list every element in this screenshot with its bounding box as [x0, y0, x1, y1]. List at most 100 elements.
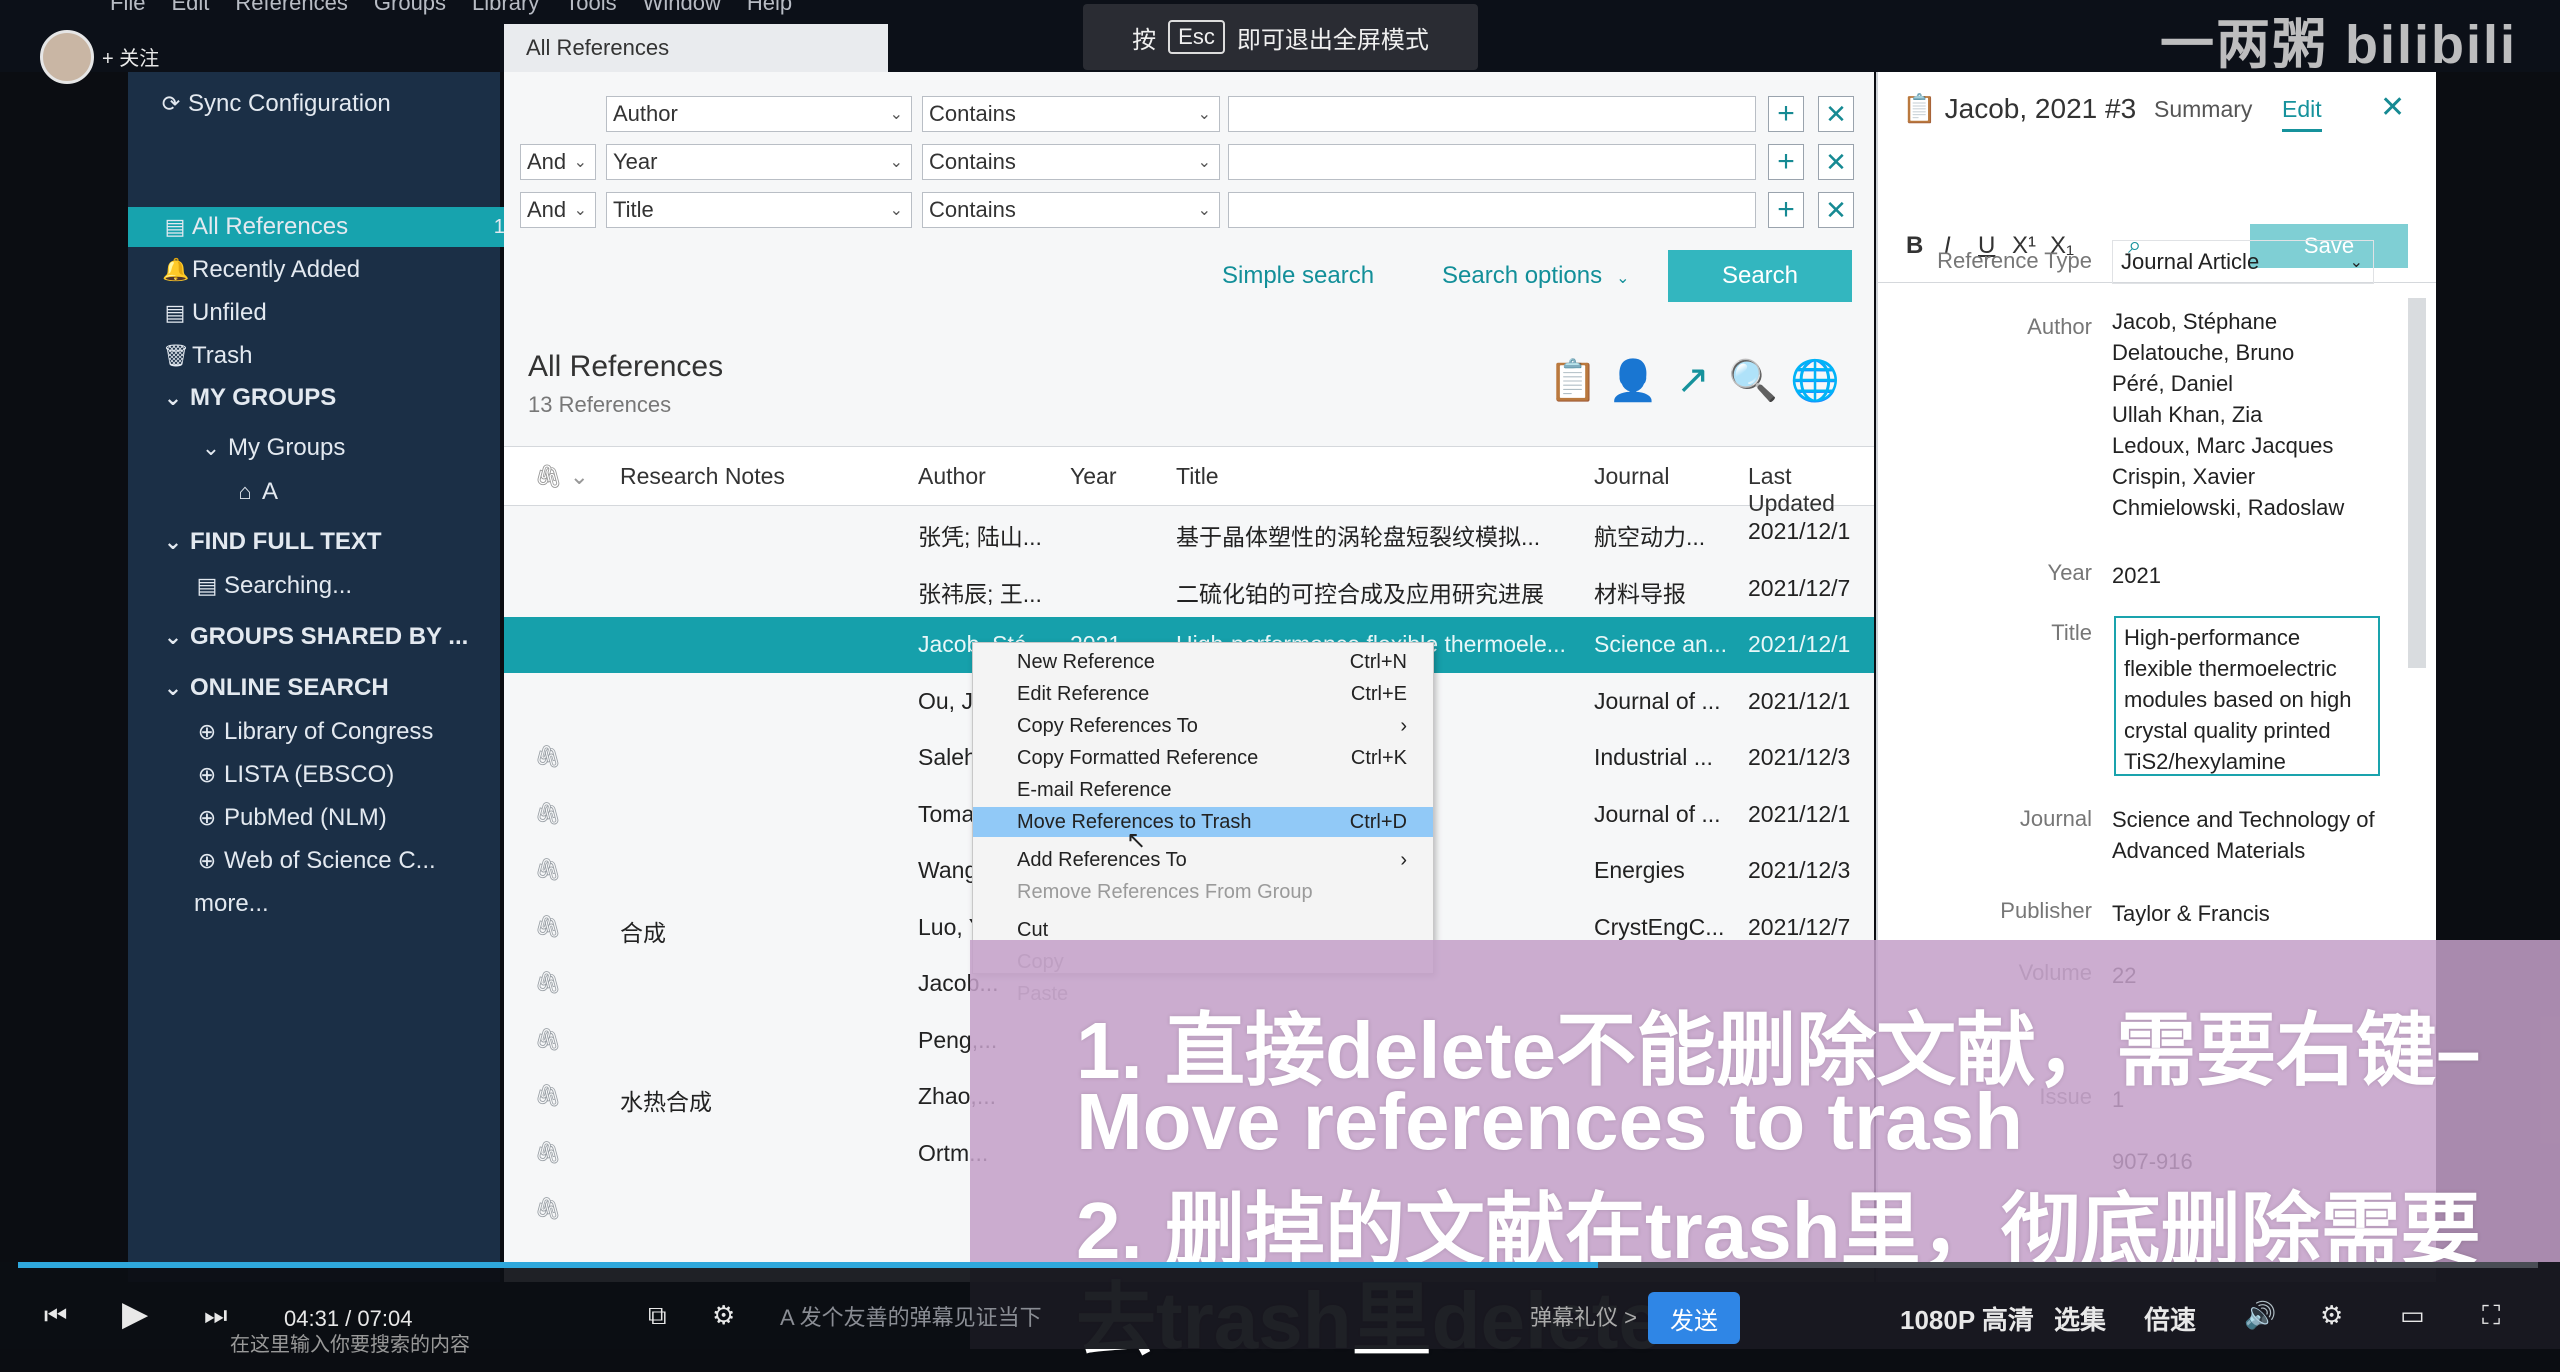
- online-search-globe-icon[interactable]: 🌐: [1790, 355, 1840, 405]
- online-source-0[interactable]: ⊕Library of Congress0: [128, 712, 566, 752]
- context-menu-item[interactable]: Edit Reference Ctrl+E: [973, 679, 1433, 709]
- table-header: 🖇 ⌄ Research Notes Author Year Title Jou…: [504, 446, 1874, 516]
- section-find-full-text[interactable]: ⌄ FIND FULL TEXT: [128, 522, 532, 562]
- tab-edit[interactable]: Edit: [2282, 96, 2322, 132]
- context-menu-item[interactable]: E-mail Reference: [973, 775, 1433, 805]
- context-menu-item[interactable]: Copy Formatted Reference Ctrl+K: [973, 743, 1433, 773]
- previous-icon[interactable]: ⏮: [44, 1300, 67, 1332]
- cell-author: 张祎辰; 王...: [918, 580, 1042, 607]
- editor-scrollbar[interactable]: [2408, 298, 2426, 668]
- menu-groups[interactable]: Groups: [374, 0, 446, 16]
- search-term-input[interactable]: [1228, 144, 1756, 180]
- title-field[interactable]: High-performance flexible thermoelectric…: [2114, 616, 2380, 776]
- episodes-button[interactable]: 选集: [2054, 1300, 2106, 1337]
- menu-edit[interactable]: Edit: [171, 0, 209, 16]
- context-menu-label: New Reference: [1017, 650, 1155, 673]
- next-icon[interactable]: ⏭: [204, 1300, 227, 1332]
- library-sidebar: ⟳Sync Configuration ▤All References13🔔Re…: [128, 72, 586, 1282]
- online-source-2-label: PubMed (NLM): [224, 804, 387, 831]
- add-row-plus-icon[interactable]: +: [1768, 96, 1804, 132]
- menu-help[interactable]: Help: [747, 0, 792, 16]
- section-online-search[interactable]: ⌄ ONLINE SEARCH: [128, 668, 532, 708]
- insert-citation-icon[interactable]: 📋: [1548, 355, 1598, 405]
- add-row-plus-icon[interactable]: +: [1768, 192, 1804, 228]
- column-year[interactable]: Year: [1070, 463, 1116, 490]
- fullscreen-icon[interactable]: ⛶: [2482, 1300, 2500, 1332]
- field-select[interactable]: Author ⌄: [606, 96, 912, 132]
- play-icon[interactable]: ▶: [122, 1294, 148, 1334]
- sync-configuration[interactable]: ⟳ Sync Configuration: [128, 84, 530, 124]
- settings-gear-icon[interactable]: ⚙: [2320, 1300, 2343, 1331]
- simple-search-link[interactable]: Simple search: [1222, 262, 1374, 290]
- danmaku-etiquette-link[interactable]: 弹幕礼仪 >: [1530, 1300, 1637, 1332]
- uploader-avatar[interactable]: [40, 30, 94, 84]
- menu-window[interactable]: Window: [643, 0, 721, 16]
- column-journal[interactable]: Journal: [1594, 463, 1669, 490]
- search-options-dropdown[interactable]: Search options ⌄: [1442, 262, 1630, 290]
- find-full-text-icon[interactable]: 🔍: [1728, 355, 1778, 405]
- field-select[interactable]: Title ⌄: [606, 192, 912, 228]
- remove-row-close-icon[interactable]: ✕: [1818, 144, 1854, 180]
- remove-row-close-icon[interactable]: ✕: [1818, 96, 1854, 132]
- menu-references[interactable]: References: [235, 0, 348, 16]
- add-user-icon[interactable]: 👤: [1608, 355, 1658, 405]
- section-my-groups[interactable]: ⌄ MY GROUPS: [128, 378, 532, 418]
- year-field[interactable]: 2021: [2112, 560, 2382, 591]
- add-row-plus-icon[interactable]: +: [1768, 144, 1804, 180]
- chevron-down-icon: ⌄: [573, 154, 587, 171]
- online-source-3[interactable]: ⊕Web of Science C...0: [128, 841, 566, 881]
- pip-icon[interactable]: ▭: [2400, 1300, 2425, 1331]
- field-select[interactable]: Year ⌄: [606, 144, 912, 180]
- menu-file[interactable]: File: [110, 0, 145, 16]
- remove-row-close-icon[interactable]: ✕: [1818, 192, 1854, 228]
- publisher-field[interactable]: Taylor & Francis: [2112, 898, 2382, 929]
- danmaku-toggle-icon[interactable]: ⧉: [648, 1300, 667, 1332]
- column-research-notes[interactable]: Research Notes: [620, 463, 785, 490]
- menu-library[interactable]: Library: [472, 0, 539, 16]
- sidebar-item-unfiled[interactable]: ▤Unfiled9: [128, 293, 534, 333]
- search-term-input[interactable]: [1228, 96, 1756, 132]
- cell-updated: 2021/12/7: [1748, 574, 1851, 601]
- send-danmaku-button[interactable]: 发送: [1648, 1292, 1740, 1344]
- search-button[interactable]: Search: [1668, 250, 1852, 302]
- danmaku-input[interactable]: A 发个友善的弹幕见证当下: [780, 1300, 1042, 1332]
- online-more-link[interactable]: more...: [128, 884, 566, 924]
- sidebar-item-all-references[interactable]: ▤All References13: [128, 207, 534, 247]
- reference-type-select[interactable]: Journal Article ⌄: [2112, 240, 2374, 284]
- operator-select[interactable]: Contains ⌄: [922, 144, 1220, 180]
- tab-all-references[interactable]: All References: [504, 24, 888, 72]
- app-menu-bar[interactable]: File Edit References Groups Library Tools Wind…: [110, 0, 792, 16]
- attachment-column-icon[interactable]: 🖇 ⌄: [534, 463, 589, 490]
- find-full-text-searching[interactable]: ▤Searching...1: [128, 566, 566, 606]
- context-menu-item[interactable]: New Reference Ctrl+N: [973, 647, 1433, 677]
- section-groups-shared[interactable]: ⌄ GROUPS SHARED BY ...: [128, 617, 532, 657]
- operator-select[interactable]: Contains ⌄: [922, 192, 1220, 228]
- column-title[interactable]: Title: [1176, 463, 1219, 490]
- volume-icon[interactable]: 🔊: [2244, 1300, 2276, 1331]
- sidebar-item-trash[interactable]: 🗑Trash1: [128, 336, 534, 376]
- quality-selector[interactable]: 1080P 高清: [1900, 1300, 2034, 1337]
- context-menu-item[interactable]: Add References To ›: [973, 845, 1433, 875]
- table-row[interactable]: 张凭; 陆山... 基于晶体塑性的涡轮盘短裂纹模拟... 航空动力... 2021/1…: [504, 504, 1874, 560]
- menu-tools[interactable]: Tools: [565, 0, 616, 16]
- close-icon[interactable]: ✕: [2380, 90, 2405, 125]
- context-menu-item[interactable]: Copy References To ›: [973, 711, 1433, 741]
- danmaku-settings-icon[interactable]: ⚙: [712, 1300, 735, 1331]
- journal-field[interactable]: Science and Technology of Advanced Mater…: [2112, 804, 2382, 866]
- share-arrow-icon[interactable]: ↗: [1668, 355, 1718, 405]
- online-source-1[interactable]: ⊕LISTA (EBSCO)0: [128, 755, 566, 795]
- tab-summary[interactable]: Summary: [2154, 96, 2252, 123]
- boolean-select[interactable]: And ⌄: [520, 144, 596, 180]
- column-author[interactable]: Author: [918, 463, 986, 490]
- sidebar-item-recently-added[interactable]: 🔔Recently Added0: [128, 250, 534, 290]
- chevron-down-icon: ⌄: [573, 202, 587, 219]
- context-menu-item[interactable]: Move References to Trash Ctrl+D: [973, 807, 1433, 837]
- operator-select[interactable]: Contains ⌄: [922, 96, 1220, 132]
- speed-button[interactable]: 倍速: [2144, 1300, 2196, 1337]
- search-term-input[interactable]: [1228, 192, 1756, 228]
- author-field[interactable]: Jacob, Stéphane Delatouche, Bruno Péré, Da…: [2112, 306, 2374, 523]
- follow-button[interactable]: + 关注: [102, 42, 159, 71]
- boolean-select[interactable]: And ⌄: [520, 192, 596, 228]
- online-source-2[interactable]: ⊕PubMed (NLM)0: [128, 798, 566, 838]
- table-row[interactable]: 张祎辰; 王... 二硫化铂的可控合成及应用研究进展 材料导报 2021/12/7: [504, 561, 1874, 617]
